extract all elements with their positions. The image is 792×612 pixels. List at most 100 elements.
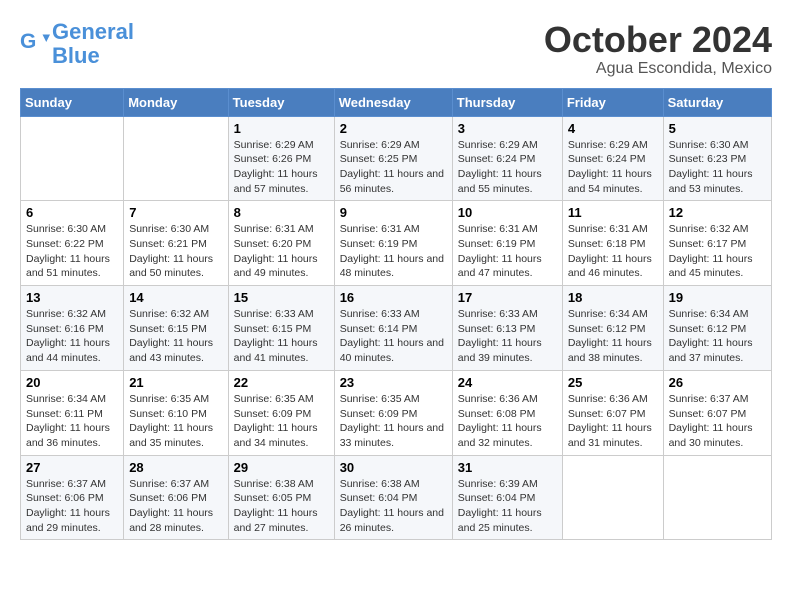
day-content: Sunrise: 6:29 AMSunset: 6:26 PMDaylight:… <box>234 138 329 197</box>
calendar-cell: 20 Sunrise: 6:34 AMSunset: 6:11 PMDayligh… <box>21 370 124 455</box>
day-content: Sunrise: 6:34 AMSunset: 6:12 PMDaylight:… <box>669 307 766 366</box>
day-content: Sunrise: 6:37 AMSunset: 6:06 PMDaylight:… <box>26 477 118 536</box>
header-cell-wednesday: Wednesday <box>334 88 452 116</box>
title-block: October 2024 Agua Escondida, Mexico <box>544 20 772 78</box>
day-number: 14 <box>129 290 222 305</box>
day-number: 31 <box>458 460 557 475</box>
calendar-cell: 3Sunrise: 6:29 AMSunset: 6:24 PMDaylight… <box>452 116 562 201</box>
day-content: Sunrise: 6:36 AMSunset: 6:07 PMDaylight:… <box>568 392 658 451</box>
day-content: Sunrise: 6:31 AMSunset: 6:19 PMDaylight:… <box>340 222 447 281</box>
calendar-table: SundayMondayTuesdayWednesdayThursdayFrid… <box>20 88 772 541</box>
svg-text:G: G <box>20 30 36 53</box>
day-number: 11 <box>568 205 658 220</box>
day-number: 5 <box>669 121 766 136</box>
day-number: 28 <box>129 460 222 475</box>
calendar-cell: 5 Sunrise: 6:30 AMSunset: 6:23 PMDaylight… <box>663 116 771 201</box>
calendar-cell <box>21 116 124 201</box>
day-number: 17 <box>458 290 557 305</box>
day-content: Sunrise: 6:31 AMSunset: 6:18 PMDaylight:… <box>568 222 658 281</box>
day-number: 13 <box>26 290 118 305</box>
day-content: Sunrise: 6:31 AMSunset: 6:19 PMDaylight:… <box>458 222 557 281</box>
logo-text: General Blue <box>52 20 134 68</box>
day-number: 23 <box>340 375 447 390</box>
calendar-cell <box>663 455 771 540</box>
day-number: 3 <box>458 121 557 136</box>
day-content: Sunrise: 6:35 AMSunset: 6:09 PMDaylight:… <box>234 392 329 451</box>
calendar-cell: 8Sunrise: 6:31 AMSunset: 6:20 PMDaylight… <box>228 201 334 286</box>
calendar-cell <box>562 455 663 540</box>
header-cell-thursday: Thursday <box>452 88 562 116</box>
calendar-cell: 31 Sunrise: 6:39 AMSunset: 6:04 PMDayligh… <box>452 455 562 540</box>
subtitle: Agua Escondida, Mexico <box>544 60 772 78</box>
page-header: G General Blue October 2024 Agua Escondi… <box>20 20 772 78</box>
calendar-cell: 18 Sunrise: 6:34 AMSunset: 6:12 PMDayligh… <box>562 286 663 371</box>
calendar-header: SundayMondayTuesdayWednesdayThursdayFrid… <box>21 88 772 116</box>
calendar-cell: 28 Sunrise: 6:37 AMSunset: 6:06 PMDayligh… <box>124 455 228 540</box>
calendar-cell: 23 Sunrise: 6:35 AMSunset: 6:09 PMDayligh… <box>334 370 452 455</box>
header-cell-saturday: Saturday <box>663 88 771 116</box>
day-number: 19 <box>669 290 766 305</box>
day-content: Sunrise: 6:32 AMSunset: 6:16 PMDaylight:… <box>26 307 118 366</box>
day-number: 18 <box>568 290 658 305</box>
day-content: Sunrise: 6:32 AMSunset: 6:15 PMDaylight:… <box>129 307 222 366</box>
day-number: 20 <box>26 375 118 390</box>
calendar-cell: 12Sunrise: 6:32 AMSunset: 6:17 PMDayligh… <box>663 201 771 286</box>
day-number: 15 <box>234 290 329 305</box>
calendar-cell: 13 Sunrise: 6:32 AMSunset: 6:16 PMDayligh… <box>21 286 124 371</box>
calendar-cell: 24Sunrise: 6:36 AMSunset: 6:08 PMDayligh… <box>452 370 562 455</box>
day-content: Sunrise: 6:34 AMSunset: 6:12 PMDaylight:… <box>568 307 658 366</box>
day-content: Sunrise: 6:35 AMSunset: 6:10 PMDaylight:… <box>129 392 222 451</box>
day-number: 6 <box>26 205 118 220</box>
calendar-week-5: 27 Sunrise: 6:37 AMSunset: 6:06 PMDayligh… <box>21 455 772 540</box>
logo-line1: General <box>52 19 134 44</box>
month-title: October 2024 <box>544 20 772 60</box>
calendar-cell: 25 Sunrise: 6:36 AMSunset: 6:07 PMDayligh… <box>562 370 663 455</box>
day-number: 8 <box>234 205 329 220</box>
day-number: 25 <box>568 375 658 390</box>
calendar-cell: 15 Sunrise: 6:33 AMSunset: 6:15 PMDayligh… <box>228 286 334 371</box>
calendar-week-4: 20 Sunrise: 6:34 AMSunset: 6:11 PMDayligh… <box>21 370 772 455</box>
day-number: 29 <box>234 460 329 475</box>
day-number: 27 <box>26 460 118 475</box>
day-content: Sunrise: 6:38 AMSunset: 6:05 PMDaylight:… <box>234 477 329 536</box>
logo-line2: Blue <box>52 43 100 68</box>
calendar-cell: 11 Sunrise: 6:31 AMSunset: 6:18 PMDayligh… <box>562 201 663 286</box>
day-number: 7 <box>129 205 222 220</box>
day-content: Sunrise: 6:30 AMSunset: 6:21 PMDaylight:… <box>129 222 222 281</box>
day-number: 2 <box>340 121 447 136</box>
day-number: 22 <box>234 375 329 390</box>
day-content: Sunrise: 6:39 AMSunset: 6:04 PMDaylight:… <box>458 477 557 536</box>
calendar-cell: 19 Sunrise: 6:34 AMSunset: 6:12 PMDayligh… <box>663 286 771 371</box>
day-content: Sunrise: 6:29 AMSunset: 6:24 PMDaylight:… <box>568 138 658 197</box>
header-cell-friday: Friday <box>562 88 663 116</box>
day-content: Sunrise: 6:33 AMSunset: 6:15 PMDaylight:… <box>234 307 329 366</box>
calendar-cell: 26 Sunrise: 6:37 AMSunset: 6:07 PMDayligh… <box>663 370 771 455</box>
header-cell-tuesday: Tuesday <box>228 88 334 116</box>
calendar-cell: 27 Sunrise: 6:37 AMSunset: 6:06 PMDayligh… <box>21 455 124 540</box>
calendar-cell: 14 Sunrise: 6:32 AMSunset: 6:15 PMDayligh… <box>124 286 228 371</box>
calendar-cell: 29 Sunrise: 6:38 AMSunset: 6:05 PMDayligh… <box>228 455 334 540</box>
day-content: Sunrise: 6:30 AMSunset: 6:23 PMDaylight:… <box>669 138 766 197</box>
calendar-cell <box>124 116 228 201</box>
day-content: Sunrise: 6:37 AMSunset: 6:07 PMDaylight:… <box>669 392 766 451</box>
day-content: Sunrise: 6:38 AMSunset: 6:04 PMDaylight:… <box>340 477 447 536</box>
day-content: Sunrise: 6:35 AMSunset: 6:09 PMDaylight:… <box>340 392 447 451</box>
day-content: Sunrise: 6:37 AMSunset: 6:06 PMDaylight:… <box>129 477 222 536</box>
calendar-body: 1Sunrise: 6:29 AMSunset: 6:26 PMDaylight… <box>21 116 772 540</box>
day-content: Sunrise: 6:36 AMSunset: 6:08 PMDaylight:… <box>458 392 557 451</box>
day-number: 26 <box>669 375 766 390</box>
calendar-cell: 7 Sunrise: 6:30 AMSunset: 6:21 PMDaylight… <box>124 201 228 286</box>
day-content: Sunrise: 6:33 AMSunset: 6:14 PMDaylight:… <box>340 307 447 366</box>
day-content: Sunrise: 6:34 AMSunset: 6:11 PMDaylight:… <box>26 392 118 451</box>
calendar-week-2: 6Sunrise: 6:30 AMSunset: 6:22 PMDaylight… <box>21 201 772 286</box>
calendar-cell: 30Sunrise: 6:38 AMSunset: 6:04 PMDayligh… <box>334 455 452 540</box>
calendar-cell: 1Sunrise: 6:29 AMSunset: 6:26 PMDaylight… <box>228 116 334 201</box>
logo: G General Blue <box>20 20 134 68</box>
day-content: Sunrise: 6:33 AMSunset: 6:13 PMDaylight:… <box>458 307 557 366</box>
day-number: 12 <box>669 205 766 220</box>
header-cell-monday: Monday <box>124 88 228 116</box>
calendar-week-3: 13 Sunrise: 6:32 AMSunset: 6:16 PMDayligh… <box>21 286 772 371</box>
logo-icon: G <box>20 27 50 57</box>
calendar-cell: 10 Sunrise: 6:31 AMSunset: 6:19 PMDayligh… <box>452 201 562 286</box>
day-number: 10 <box>458 205 557 220</box>
